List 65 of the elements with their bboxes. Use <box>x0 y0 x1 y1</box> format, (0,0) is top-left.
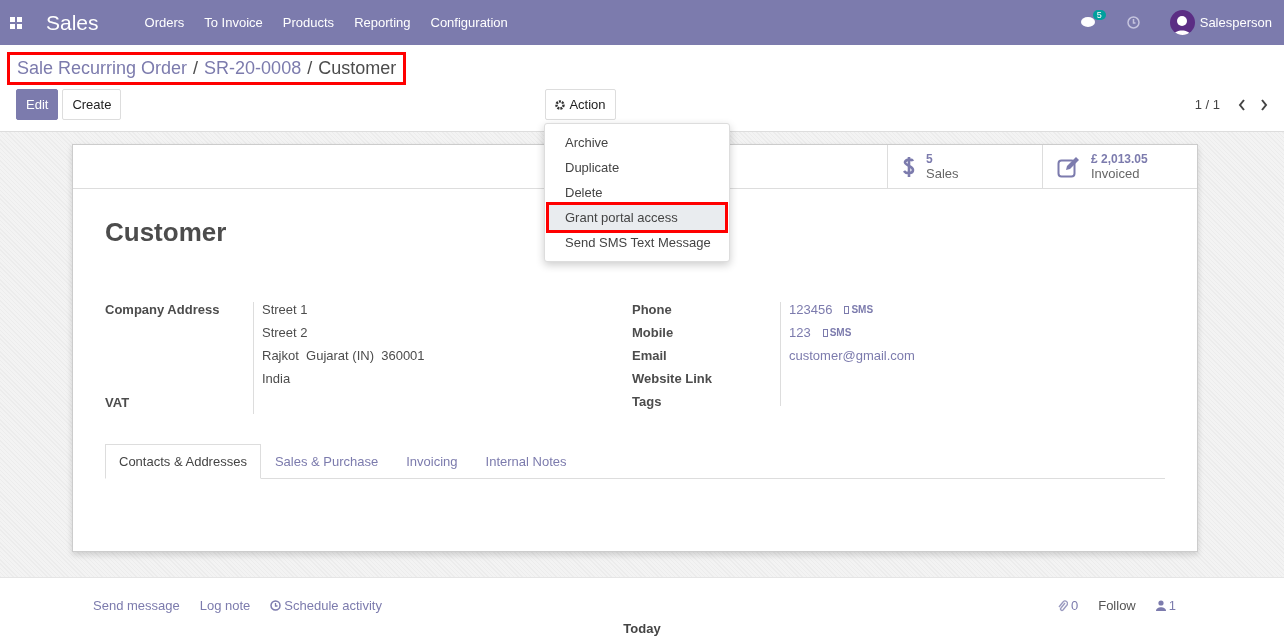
field-value-link[interactable]: 123 <box>789 325 811 340</box>
field-label: Email <box>632 348 668 363</box>
gear-icon <box>555 99 566 110</box>
breadcrumb-link[interactable]: SR-20-0008 <box>204 58 302 79</box>
mobile-phone-icon <box>822 328 828 337</box>
field-value-link[interactable]: customer@gmail.com <box>789 348 915 363</box>
breadcrumb-link[interactable]: Sale Recurring Order <box>17 58 188 79</box>
tab[interactable]: Invoicing <box>392 444 472 479</box>
schedule-activity-link[interactable]: Schedule activity <box>270 598 382 613</box>
create-button[interactable]: Create <box>62 89 122 120</box>
user-avatar[interactable] <box>1169 10 1195 35</box>
dropdown-item[interactable]: Delete <box>549 180 725 205</box>
stat-button[interactable]: 5 Sales <box>887 145 1042 188</box>
menu-item[interactable]: Configuration <box>430 15 508 30</box>
pager: 1 / 1 <box>1194 97 1220 112</box>
mobile-phone-icon <box>844 305 850 314</box>
breadcrumb-current: Customer <box>318 58 397 79</box>
app-title[interactable]: Sales <box>46 10 99 35</box>
dollar-icon <box>902 154 916 179</box>
field-value-link[interactable]: 123456 <box>789 302 833 317</box>
menu-item[interactable]: Reporting <box>354 15 411 30</box>
address-line: India <box>262 371 292 386</box>
dropdown-item[interactable]: Archive <box>549 130 725 155</box>
address-line: Street 1 <box>262 302 309 317</box>
menu-item[interactable]: Products <box>282 15 335 30</box>
log-note-link[interactable]: Log note <box>199 598 251 613</box>
next-icon[interactable] <box>1260 98 1268 111</box>
apps-grid-icon[interactable] <box>10 16 22 29</box>
address-line: Rajkot Gujarat (IN) 360001 <box>262 348 426 363</box>
dropdown-item[interactable]: Grant portal access <box>549 205 725 230</box>
dropdown-item[interactable]: Send SMS Text Message <box>549 230 725 255</box>
send-message-link[interactable]: Send message <box>93 598 180 613</box>
chat-icon[interactable] <box>1080 16 1097 29</box>
field-label: Tags <box>632 394 663 409</box>
field-label: VAT <box>105 395 131 410</box>
paperclip-icon <box>1057 599 1068 612</box>
edit-icon <box>1057 155 1081 178</box>
field-label: Phone <box>632 302 673 317</box>
tab[interactable]: Contacts & Addresses <box>105 444 261 479</box>
sms-link[interactable]: SMS <box>844 304 874 315</box>
field-label: Website Link <box>632 371 713 386</box>
sms-link[interactable]: SMS <box>822 327 852 338</box>
menu-item[interactable]: To Invoice <box>204 15 263 30</box>
record-title: Customer <box>105 217 227 248</box>
attachments-count[interactable]: 0 <box>1057 598 1079 613</box>
stat-button[interactable]: £ 2,013.05 Invoiced <box>1042 145 1197 188</box>
date-separator: Today <box>623 621 661 636</box>
tab[interactable]: Internal Notes <box>471 444 581 479</box>
tab[interactable]: Sales & Purchase <box>260 444 393 479</box>
edit-button[interactable]: Edit <box>16 89 59 120</box>
followers-count[interactable]: 1 <box>1155 598 1176 613</box>
field-label: Mobile <box>632 325 675 340</box>
clock-icon <box>270 600 282 611</box>
breadcrumb-separator: / <box>193 58 199 79</box>
menu-item[interactable]: Orders <box>144 15 185 30</box>
previous-icon[interactable] <box>1238 98 1246 111</box>
follow-button[interactable]: Follow <box>1098 598 1136 613</box>
user-name[interactable]: Salesperson <box>1199 15 1272 30</box>
breadcrumb-separator: / <box>307 58 313 79</box>
person-icon <box>1155 600 1166 611</box>
field-label: Company Address <box>105 302 221 317</box>
message-count-badge: 5 <box>1092 10 1106 20</box>
address-line: Street 2 <box>262 325 309 340</box>
action-button[interactable]: Action <box>545 89 616 120</box>
dropdown-item[interactable]: Duplicate <box>549 155 725 180</box>
